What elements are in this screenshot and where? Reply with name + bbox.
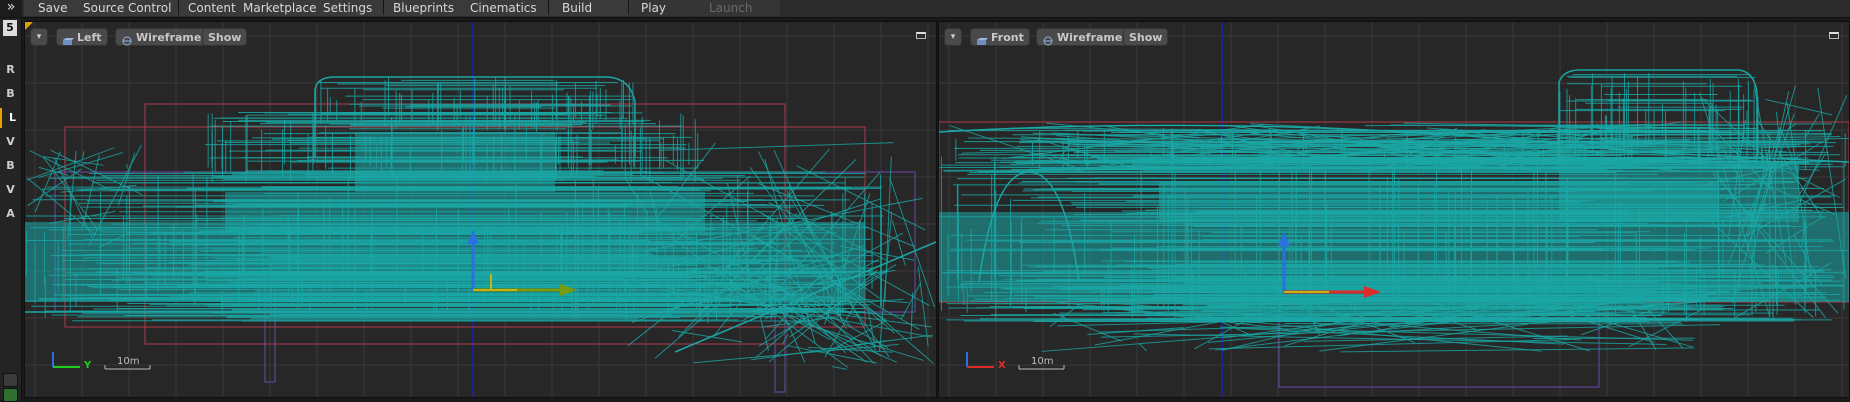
viewport-view-label: Left [77, 31, 102, 44]
toolbar-play-button[interactable]: Play [641, 0, 666, 17]
viewport-front[interactable]: ▾ Front Wireframe Show X 10m [938, 21, 1850, 398]
viewport-show-label: Show [1129, 31, 1162, 44]
viewport-show-label: Show [208, 31, 241, 44]
viewport-view-button[interactable]: Front [970, 28, 1030, 46]
viewport-show-button[interactable]: Show [1123, 28, 1168, 46]
toolbar-source-control-button[interactable]: Source Control [83, 0, 171, 17]
wireframe-sphere-icon [121, 34, 133, 42]
viewport-view-button[interactable]: Left [56, 28, 108, 46]
toolbar-launch-button[interactable]: Launch [709, 0, 752, 17]
scale-bar-label: 10m [1031, 356, 1053, 367]
toolbar-separator [548, 0, 549, 15]
viewport-left-scene [25, 22, 936, 397]
toolbar-expand-icon[interactable]: » [0, 0, 22, 17]
sidebar-item-b2[interactable]: B [0, 156, 21, 176]
viewport-left[interactable]: ▾ Left Wireframe Show Y 10m [24, 21, 937, 398]
wireframe-mesh [939, 70, 1849, 352]
viewport-show-button[interactable]: Show [202, 28, 247, 46]
sidebar-item-a[interactable]: A [0, 204, 21, 224]
viewport-mode-button[interactable]: Wireframe [1036, 28, 1128, 46]
sidebar-item-b[interactable]: B [0, 84, 21, 104]
toolbar-separator [178, 0, 179, 15]
viewport-mode-button[interactable]: Wireframe [115, 28, 207, 46]
viewport-view-label: Front [991, 31, 1024, 44]
axis-horizontal-label: X [998, 360, 1006, 371]
wireframe-mesh [25, 77, 936, 369]
sidebar-item-v2[interactable]: V [0, 180, 21, 200]
cube-view-icon [62, 34, 74, 42]
toolbar-cinematics-button[interactable]: Cinematics [470, 0, 537, 17]
main-toolbar: » Save Source Control Content Marketplac… [0, 0, 1850, 18]
toolbar-separator [628, 0, 629, 15]
scale-bar-label: 10m [117, 356, 139, 367]
modes-sidebar: 5 R B L V B V A [0, 18, 22, 400]
toolbar-separator [383, 0, 384, 15]
sidebar-item-l[interactable]: L [0, 108, 23, 128]
sidebar-top-tab[interactable]: 5 [3, 20, 17, 36]
maximize-viewport-icon[interactable] [916, 32, 926, 39]
sidebar-item-r[interactable]: R [0, 60, 21, 80]
toolbar-settings-button[interactable]: Settings [323, 0, 372, 17]
cube-view-icon [976, 34, 988, 42]
viewport-front-scene [939, 22, 1849, 397]
viewport-mode-label: Wireframe [1057, 31, 1122, 44]
viewport-menu-button[interactable]: ▾ [944, 28, 962, 46]
viewport-mode-label: Wireframe [136, 31, 201, 44]
viewport-menu-button[interactable]: ▾ [30, 28, 48, 46]
toolbar-marketplace-button[interactable]: Marketplace [243, 0, 317, 17]
sidebar-item-v[interactable]: V [0, 132, 21, 152]
toolbar-content-button[interactable]: Content [188, 0, 236, 17]
toolbar-build-button[interactable]: Build [562, 0, 592, 17]
wireframe-sphere-icon [1042, 34, 1054, 42]
toolbar-blueprints-button[interactable]: Blueprints [393, 0, 454, 17]
axis-horizontal-label: Y [84, 360, 91, 371]
sidebar-handle[interactable] [3, 373, 18, 387]
maximize-viewport-icon[interactable] [1829, 32, 1839, 39]
toolbar-save-button[interactable]: Save [38, 0, 67, 17]
